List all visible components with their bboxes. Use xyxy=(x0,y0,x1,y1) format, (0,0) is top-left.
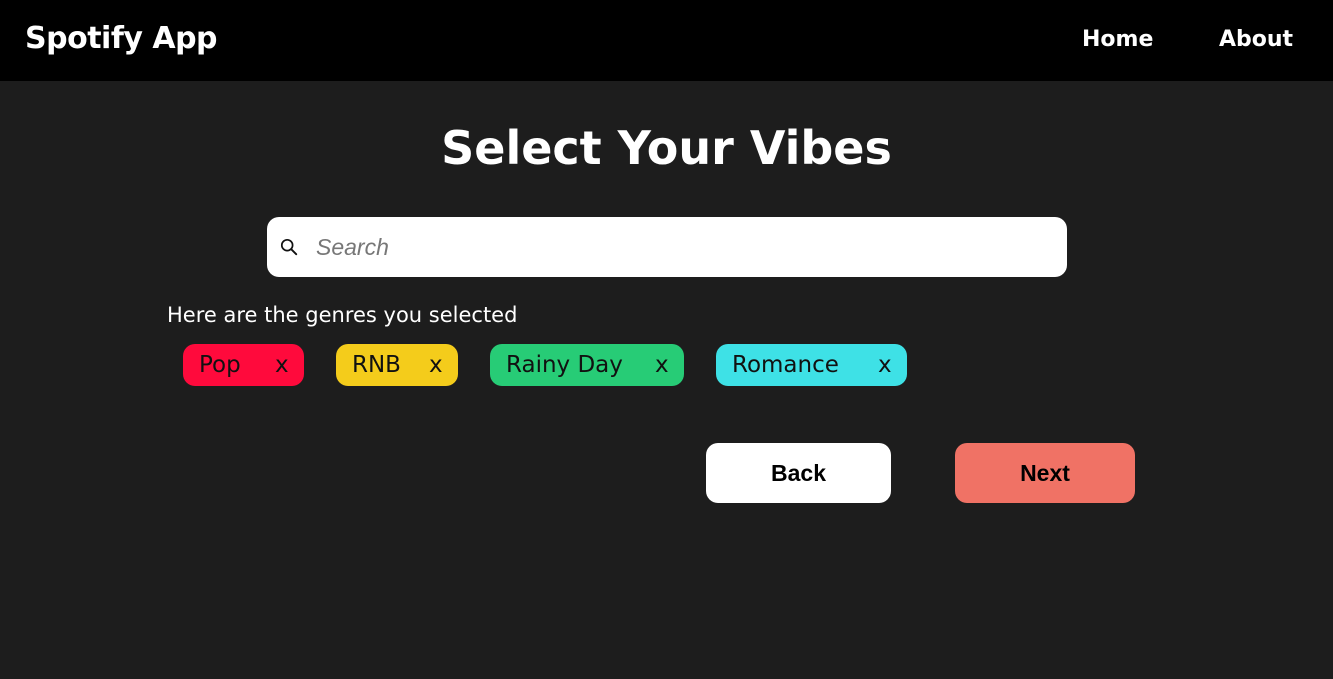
navbar: Spotify App Home About xyxy=(0,0,1333,81)
remove-romance-button[interactable]: x xyxy=(878,349,892,381)
genre-chip-romance: Romance x xyxy=(716,344,907,386)
remove-rnb-button[interactable]: x xyxy=(429,349,443,381)
genre-chip-pop: Pop x xyxy=(183,344,304,386)
brand-logo[interactable]: Spotify App xyxy=(25,18,218,60)
genre-chip-label: RNB xyxy=(352,352,401,378)
remove-pop-button[interactable]: x xyxy=(275,349,289,381)
remove-rainy-day-button[interactable]: x xyxy=(655,349,669,381)
next-button[interactable]: Next xyxy=(955,443,1135,503)
nav-about-link[interactable]: About xyxy=(1219,24,1293,56)
genre-chip-label: Rainy Day xyxy=(506,352,623,378)
genre-chip-label: Pop xyxy=(199,352,241,378)
search-input[interactable] xyxy=(316,229,1046,265)
genre-chip-rnb: RNB x xyxy=(336,344,458,386)
genre-chip-label: Romance xyxy=(732,352,839,378)
search-icon xyxy=(280,238,298,256)
genre-chip-rainy-day: Rainy Day x xyxy=(490,344,684,386)
back-button[interactable]: Back xyxy=(706,443,891,503)
page-title: Select Your Vibes xyxy=(441,121,892,175)
selected-genres-label: Here are the genres you selected xyxy=(167,303,518,327)
nav-home-link[interactable]: Home xyxy=(1082,24,1153,56)
